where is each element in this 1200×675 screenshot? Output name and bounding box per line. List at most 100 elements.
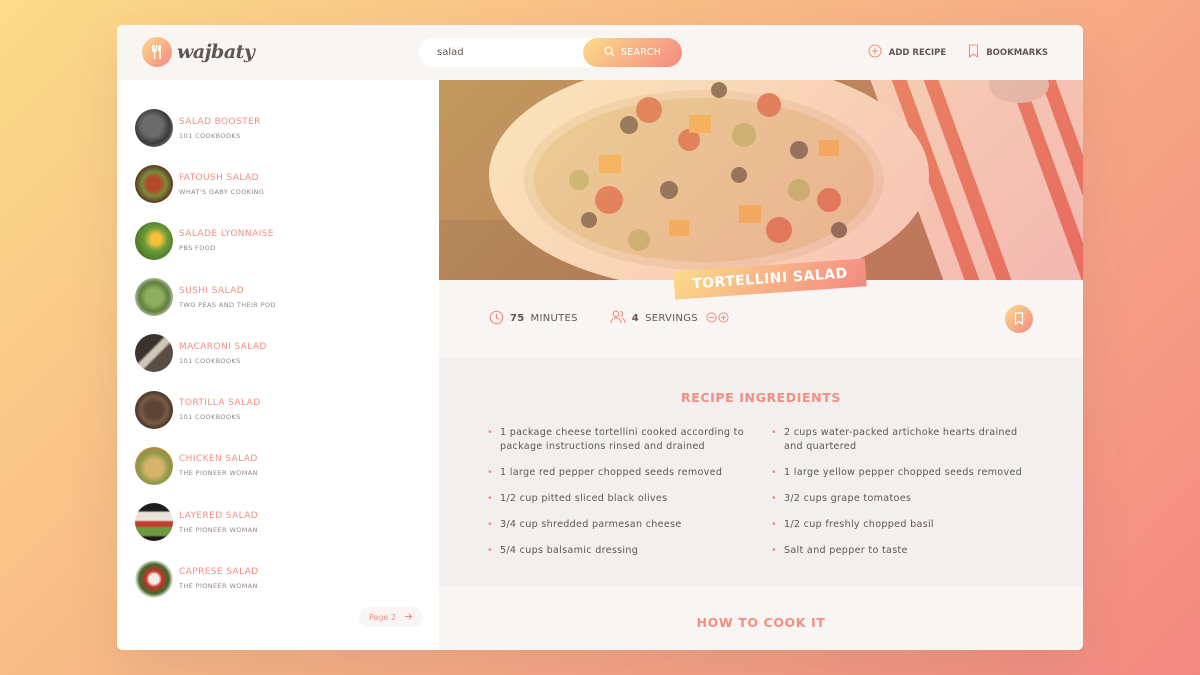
result-title: MACARONI SALAD [179,341,267,352]
result-title: SUSHI SALAD [179,285,245,296]
search-button-label: SEARCH [620,47,662,58]
recipe-thumbnail [135,446,173,485]
bookmark-recipe-button[interactable] [1005,305,1033,333]
ingredient-item: • 5/4 cups balsamic dressing [487,544,771,558]
ingredient-item: • 1/2 cup pitted sliced black olives [487,492,771,506]
image-overlay [439,80,1083,280]
ingredient-item: • 1 package cheese tortellini cooked acco… [487,426,771,454]
result-title: CHICKEN SALAD [179,454,258,465]
result-title: SALADE LYONNAISE [179,229,274,240]
ingredient-item: • 1/2 cup freshly chopped basil [771,518,1055,532]
ingredient-text: 1 package cheese tortellini cooked accor… [499,427,744,452]
cooking-time-label: MINUTES [530,313,578,324]
list-item[interactable]: SUSHI SALAD TWO PEAS AND THEIR POD [117,269,439,325]
servings-label: SERVINGS [645,313,698,324]
directions-heading: HOW TO COOK IT [696,615,826,630]
minus-circle-icon[interactable] [706,311,717,326]
clock-icon [489,310,504,328]
bullet-icon: • [487,545,493,556]
list-item[interactable]: SALADE LYONNAISE PBS FOOD [117,213,439,269]
list-item[interactable]: SALAD BOOSTER 101 COOKBOOKS [117,100,439,156]
recipe-thumbnail [135,221,173,260]
pagination-next-button[interactable]: Page 2 [359,607,423,627]
cooking-time-value: 75 [510,313,525,324]
list-item[interactable]: FATOUSH SALAD WHAT'S GABY COOKING [117,156,439,212]
ingredient-text: 1/2 cup pitted sliced black olives [499,493,668,504]
bullet-icon: • [487,427,493,438]
result-title: SALAD BOOSTER [179,116,261,127]
result-publisher: WHAT'S GABY COOKING [179,187,265,196]
result-publisher: 101 COOKBOOKS [179,413,241,422]
recipe-details: 75 MINUTES 4 SERVINGS [439,280,1083,357]
users-icon [610,310,626,327]
fork-knife-logo-icon [142,37,172,67]
bullet-icon: • [771,427,777,438]
recipe-image [439,80,1083,280]
recipe-thumbnail [135,390,173,429]
recipe-thumbnail [135,334,173,373]
logo-text: wajbaty [177,41,255,63]
ingredients-list: • 1 package cheese tortellini cooked acco… [439,426,1083,570]
recipe-thumbnail [135,278,173,317]
recipe-thumbnail [135,109,173,148]
ingredient-item: • 2 cups water-packed artichoke hearts dr… [771,426,1055,454]
ingredient-text: 1 large yellow pepper chopped seeds remo… [783,467,1023,478]
list-item[interactable]: MACARONI SALAD 101 COOKBOOKS [117,325,439,381]
ingredient-text: 3/2 cups grape tomatoes [783,493,912,504]
plus-circle-icon [868,44,882,61]
list-item[interactable]: CHICKEN SALAD THE PIONEER WOMAN [117,438,439,494]
bullet-icon: • [771,519,777,530]
bullet-icon: • [771,467,777,478]
bookmark-icon [1014,310,1024,329]
ingredient-item: • 3/2 cups grape tomatoes [771,492,1055,506]
search-icon [604,46,615,60]
bookmarks-button[interactable]: BOOKMARKS [968,44,1048,61]
bookmarks-label: BOOKMARKS [986,47,1048,58]
ingredient-text: 5/4 cups balsamic dressing [499,545,639,556]
search-button[interactable]: SEARCH [583,38,682,67]
servings: 4 SERVINGS [610,310,729,327]
result-publisher: PBS FOOD [179,244,216,253]
list-item[interactable]: TORTILLA SALAD 101 COOKBOOKS [117,381,439,437]
bookmark-icon [968,44,979,61]
recipe-panel: TORTELLINI SALAD 75 MINUTES 4 SERVINGS R… [439,80,1083,650]
recipe-thumbnail [135,165,173,204]
search-bar: SEARCH [419,38,682,67]
list-item[interactable]: CAPRESE SALAD THE PIONEER WOMAN [117,550,439,606]
ingredient-text: 3/4 cup shredded parmesan cheese [499,519,682,530]
arrow-right-icon [404,612,413,623]
ingredient-item: • 1 large red pepper chopped seeds remove… [487,466,771,480]
app-window: wajbaty SEARCH ADD RECIPE [117,25,1083,650]
ingredient-text: Salt and pepper to taste [783,545,908,556]
bullet-icon: • [487,519,493,530]
pagination-label: Page 2 [369,612,396,622]
result-publisher: THE PIONEER WOMAN [179,582,258,591]
plus-circle-icon[interactable] [718,311,729,326]
result-publisher: TWO PEAS AND THEIR POD [179,300,276,309]
result-title: FATOUSH SALAD [179,172,259,183]
bullet-icon: • [771,545,777,556]
result-publisher: THE PIONEER WOMAN [179,525,258,534]
search-results: SALAD BOOSTER 101 COOKBOOKS FATOUSH SALAD… [117,80,439,650]
cooking-time: 75 MINUTES [489,310,578,328]
ingredient-text: 2 cups water-packed artichoke hearts dra… [783,427,1018,452]
header: wajbaty SEARCH ADD RECIPE [117,25,1083,80]
ingredients-heading: RECIPE INGREDIENTS [681,390,841,405]
bullet-icon: • [487,467,493,478]
list-item[interactable]: LAYERED SALAD THE PIONEER WOMAN [117,494,439,550]
search-input[interactable] [419,38,579,67]
servings-stepper [706,311,729,326]
results-list: SALAD BOOSTER 101 COOKBOOKS FATOUSH SALAD… [117,80,439,607]
recipe-thumbnail [135,503,173,542]
logo[interactable]: wajbaty [142,37,255,67]
result-title: CAPRESE SALAD [179,567,259,578]
bullet-icon: • [487,493,493,504]
result-publisher: 101 COOKBOOKS [179,131,241,140]
ingredient-item: • 3/4 cup shredded parmesan cheese [487,518,771,532]
top-nav: ADD RECIPE BOOKMARKS [868,44,1048,61]
add-recipe-label: ADD RECIPE [888,47,947,58]
ingredient-item: • Salt and pepper to taste [771,544,1055,558]
ingredient-text: 1/2 cup freshly chopped basil [783,519,934,530]
add-recipe-button[interactable]: ADD RECIPE [868,44,946,61]
ingredients-section: RECIPE INGREDIENTS • 1 package cheese tor… [439,357,1083,587]
